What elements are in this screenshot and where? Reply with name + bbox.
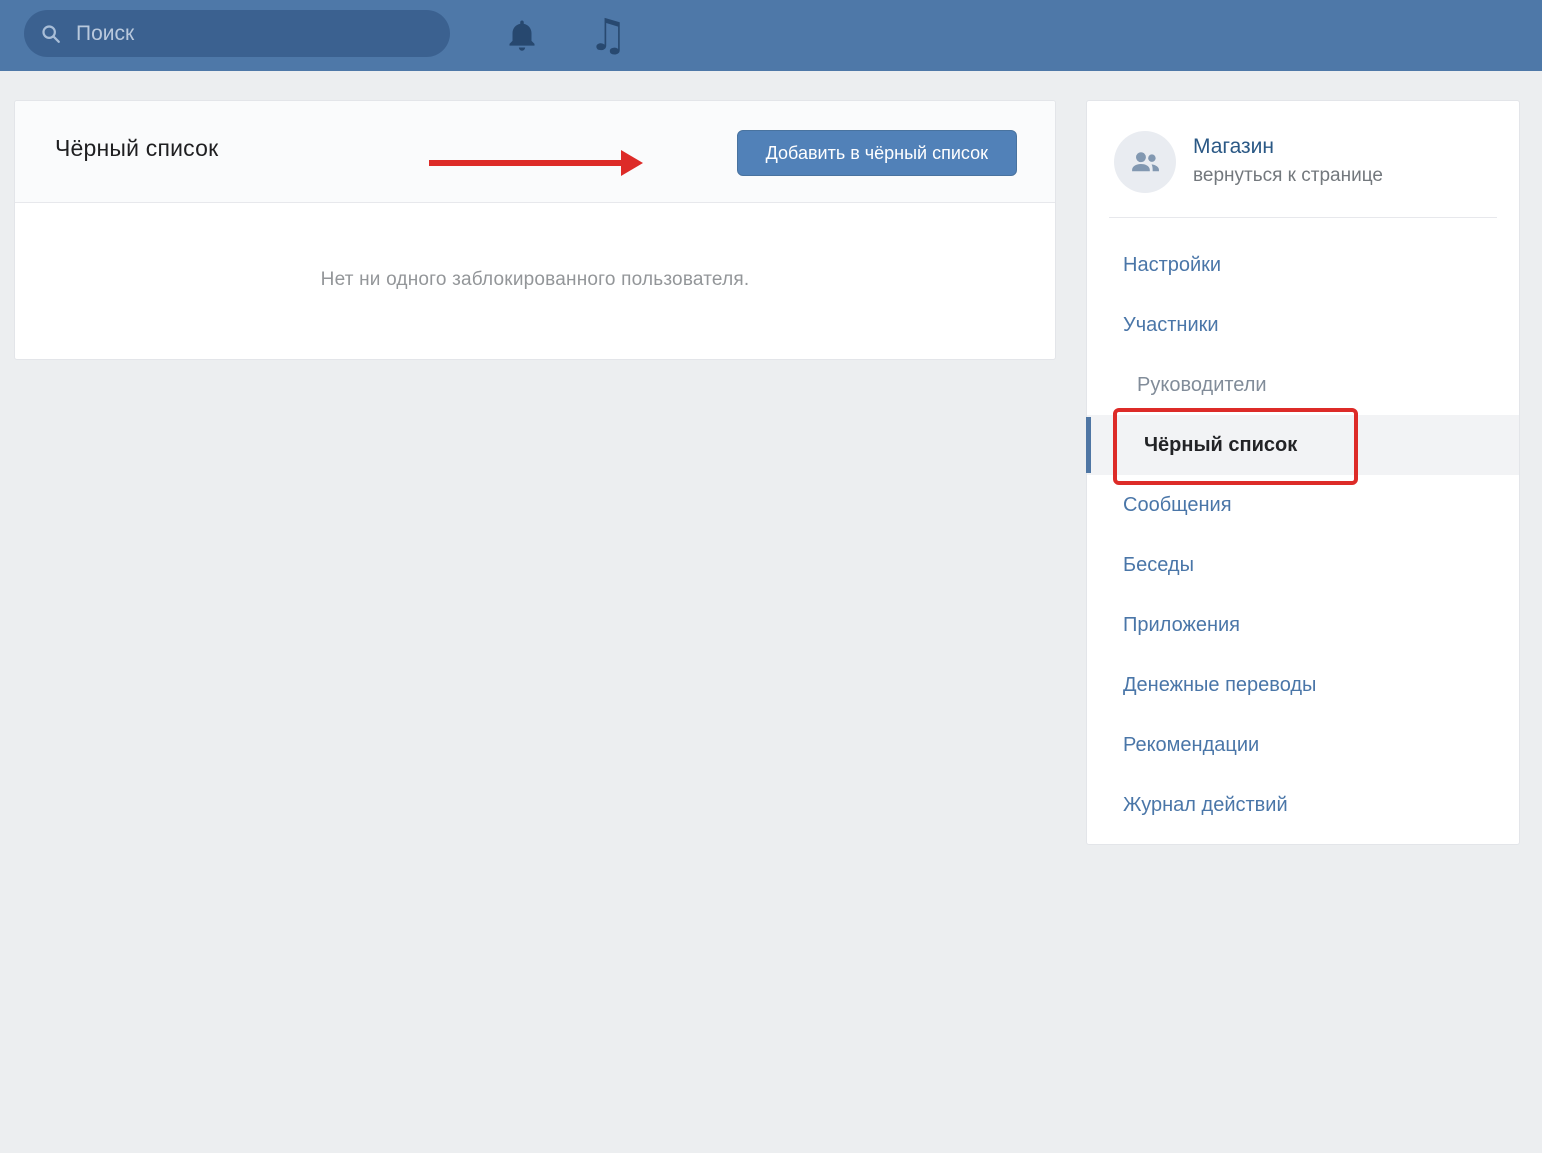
- sidebar-divider: [1109, 217, 1497, 218]
- empty-state-text: Нет ни одного заблокированного пользоват…: [15, 269, 1055, 291]
- sidebar-item-managers[interactable]: Руководители: [1087, 355, 1519, 415]
- active-item-accent: [1086, 417, 1091, 473]
- notifications-button[interactable]: [492, 0, 552, 71]
- back-to-page-link[interactable]: вернуться к странице: [1193, 165, 1383, 187]
- sidebar-item-apps[interactable]: Приложения: [1087, 595, 1519, 655]
- sidebar-item-blacklist[interactable]: Чёрный список: [1087, 415, 1519, 475]
- music-icon: ♫: [588, 14, 627, 58]
- page-title: Чёрный список: [55, 135, 218, 162]
- sidebar-item-money-transfers[interactable]: Денежные переводы: [1087, 655, 1519, 715]
- add-to-blacklist-button[interactable]: Добавить в чёрный список: [737, 130, 1017, 176]
- annotation-arrow-icon: [429, 150, 643, 176]
- blacklist-panel: Чёрный список Добавить в чёрный список Н…: [14, 100, 1056, 360]
- sidebar-item-action-log[interactable]: Журнал действий: [1087, 775, 1519, 835]
- sidebar-item-members[interactable]: Участники: [1087, 295, 1519, 355]
- community-avatar[interactable]: [1114, 131, 1176, 193]
- community-header[interactable]: Магазин вернуться к странице: [1087, 101, 1519, 217]
- people-icon: [1127, 144, 1163, 180]
- bell-icon: [503, 17, 541, 55]
- community-sidebar: Магазин вернуться к странице Настройки У…: [1086, 100, 1520, 845]
- sidebar-item-recommendations[interactable]: Рекомендации: [1087, 715, 1519, 775]
- music-button[interactable]: ♫: [578, 0, 638, 71]
- sidebar-menu: Настройки Участники Руководители Чёрный …: [1087, 235, 1519, 835]
- page: ♫ Чёрный список Добавить в чёрный список…: [0, 0, 1542, 1153]
- community-name[interactable]: Магазин: [1193, 135, 1274, 159]
- panel-header: Чёрный список Добавить в чёрный список: [15, 101, 1055, 203]
- search-icon: [40, 23, 62, 45]
- sidebar-item-messages[interactable]: Сообщения: [1087, 475, 1519, 535]
- top-bar: ♫: [0, 0, 1542, 71]
- sidebar-item-label: Чёрный список: [1144, 434, 1297, 457]
- search-input[interactable]: [74, 21, 434, 47]
- sidebar-item-chats[interactable]: Беседы: [1087, 535, 1519, 595]
- search-box[interactable]: [24, 10, 450, 57]
- sidebar-item-settings[interactable]: Настройки: [1087, 235, 1519, 295]
